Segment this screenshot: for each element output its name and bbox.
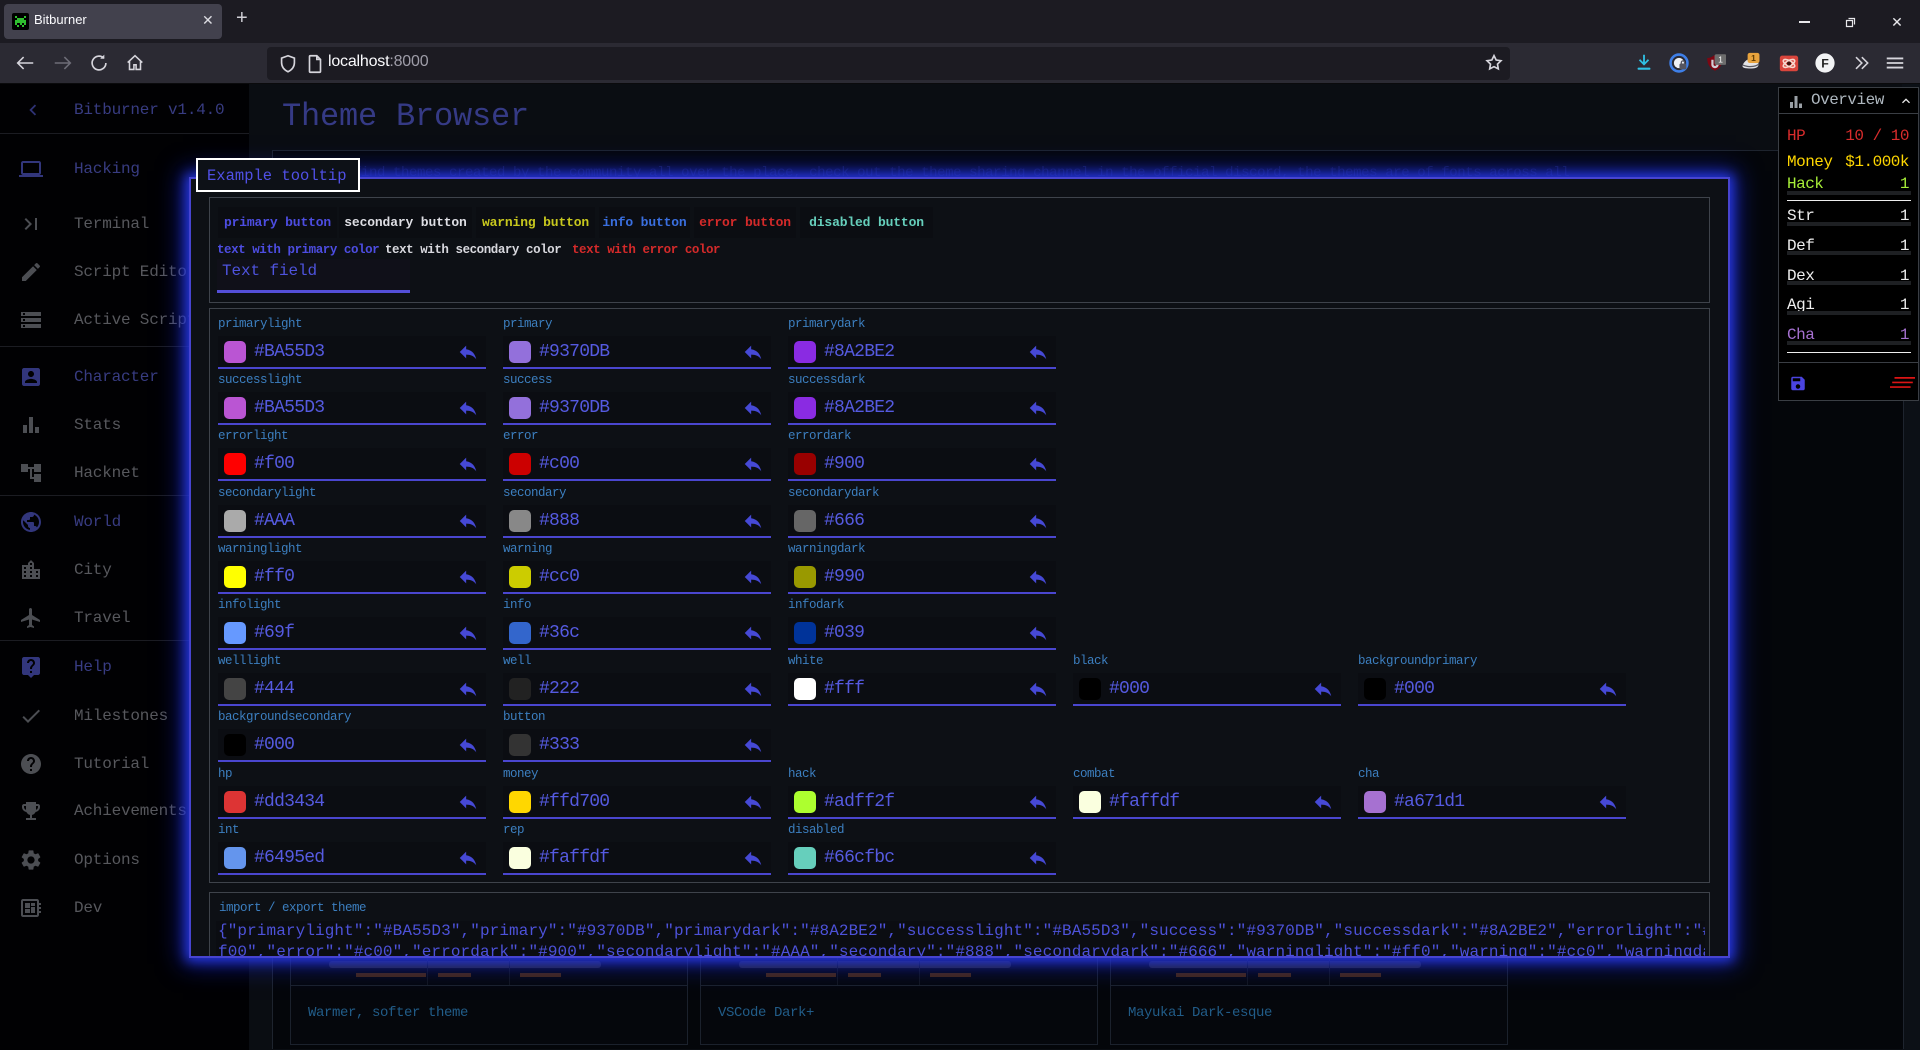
svg-text:1: 1 xyxy=(1718,55,1723,65)
svg-text:1: 1 xyxy=(1751,53,1756,63)
svg-text:F: F xyxy=(1821,57,1829,71)
